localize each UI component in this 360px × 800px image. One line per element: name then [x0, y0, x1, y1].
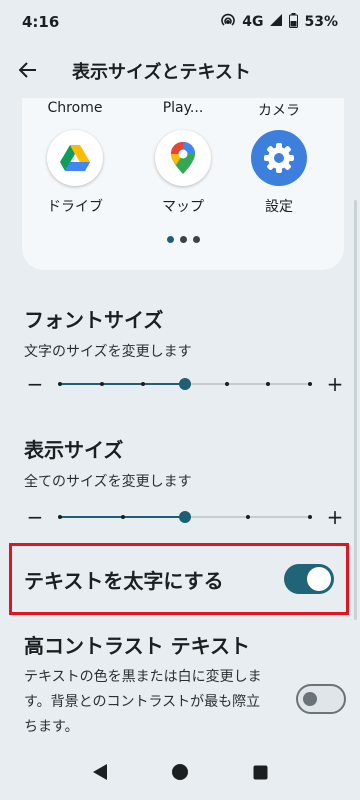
- google-drive-icon: [47, 130, 103, 186]
- nav-recents-square-icon: [253, 765, 268, 784]
- display-size-slider[interactable]: [58, 505, 312, 529]
- bold-text-row[interactable]: テキストを太字にする: [9, 543, 349, 615]
- slider-tick: [308, 515, 312, 519]
- back-arrow-icon: [18, 59, 37, 84]
- slider-tick: [120, 515, 125, 519]
- font-size-subtitle: 文字のサイズを変更します: [24, 344, 192, 360]
- preview-app-bottom-label: マップ: [162, 199, 204, 215]
- preview-app-top-label: Chrome: [47, 100, 103, 116]
- preview-card: Chrome ドライブ Play... マップ カメラ 設定: [22, 98, 344, 270]
- back-button[interactable]: [0, 44, 56, 98]
- scrollbar[interactable]: [354, 200, 357, 620]
- page-dot-active[interactable]: [166, 236, 174, 243]
- slider-thumb[interactable]: [179, 378, 191, 390]
- high-contrast-title: 高コントラスト テキスト: [24, 634, 250, 658]
- page-title: 表示サイズとテキスト: [72, 62, 251, 83]
- slider-tick: [141, 382, 146, 386]
- bold-text-label: テキストを太字にする: [24, 568, 224, 593]
- page-indicator: [22, 236, 344, 243]
- preview-app-top-label: カメラ: [258, 103, 300, 119]
- display-size-decrease-button[interactable]: −: [24, 505, 46, 529]
- slider-track-fill: [60, 383, 185, 385]
- battery-percent: 53%: [304, 14, 338, 30]
- status-indicators: 4G 53%: [220, 12, 338, 32]
- slider-thumb[interactable]: [179, 511, 191, 523]
- slider-tick: [308, 382, 312, 386]
- font-size-slider-row: − +: [24, 372, 346, 396]
- system-nav-bar: [0, 748, 360, 800]
- preview-app-top-label: Play...: [162, 100, 204, 116]
- toggle-knob: [303, 692, 317, 706]
- nav-back-button[interactable]: [84, 758, 116, 790]
- slider-tick: [266, 382, 271, 386]
- slider-tick: [99, 382, 104, 386]
- display-size-subtitle: 全てのサイズを変更します: [24, 474, 192, 490]
- google-maps-icon: [155, 130, 211, 186]
- signal-icon: [269, 13, 283, 31]
- hotspot-icon: [220, 12, 236, 32]
- font-size-slider[interactable]: [58, 372, 312, 396]
- settings-gear-icon: [251, 130, 307, 186]
- preview-app-bottom-label: ドライブ: [47, 199, 103, 215]
- toggle-knob: [307, 567, 331, 591]
- preview-app-bottom-label: 設定: [265, 199, 293, 215]
- page-dot[interactable]: [179, 236, 187, 243]
- display-size-increase-button[interactable]: +: [324, 505, 346, 529]
- nav-home-circle-icon: [171, 763, 189, 785]
- font-size-decrease-button[interactable]: −: [24, 372, 46, 396]
- battery-icon: [289, 12, 299, 32]
- slider-tick: [224, 382, 229, 386]
- font-size-title: フォントサイズ: [24, 308, 164, 332]
- nav-recents-button[interactable]: [244, 758, 276, 790]
- nav-back-triangle-icon: [92, 763, 108, 785]
- preview-app-drive: Chrome ドライブ: [30, 98, 120, 216]
- bold-text-toggle[interactable]: [284, 564, 334, 594]
- slider-tick: [58, 382, 62, 386]
- display-size-section: 表示サイズ 全てのサイズを変更します: [24, 434, 344, 491]
- slider-tick: [58, 515, 62, 519]
- high-contrast-section[interactable]: 高コントラスト テキスト テキストの色を黒または白に変更します。背景とのコントラ…: [24, 630, 344, 740]
- display-size-slider-row: − +: [24, 505, 346, 529]
- font-size-increase-button[interactable]: +: [324, 372, 346, 396]
- high-contrast-toggle[interactable]: [296, 684, 346, 714]
- display-size-title: 表示サイズ: [24, 438, 124, 462]
- page-dot[interactable]: [192, 236, 200, 243]
- network-type: 4G: [242, 14, 264, 30]
- slider-tick: [245, 515, 250, 519]
- preview-app-settings: カメラ 設定: [234, 98, 324, 216]
- nav-home-button[interactable]: [164, 758, 196, 790]
- font-size-section: フォントサイズ 文字のサイズを変更します: [24, 304, 344, 361]
- preview-app-maps: Play... マップ: [138, 98, 228, 216]
- high-contrast-description: テキストの色を黒または白に変更します。背景とのコントラストが最も際立ちます。: [24, 669, 262, 735]
- status-bar: 4:16 4G 53%: [0, 0, 360, 44]
- app-bar: 表示サイズとテキスト: [0, 44, 360, 98]
- status-time: 4:16: [22, 13, 60, 31]
